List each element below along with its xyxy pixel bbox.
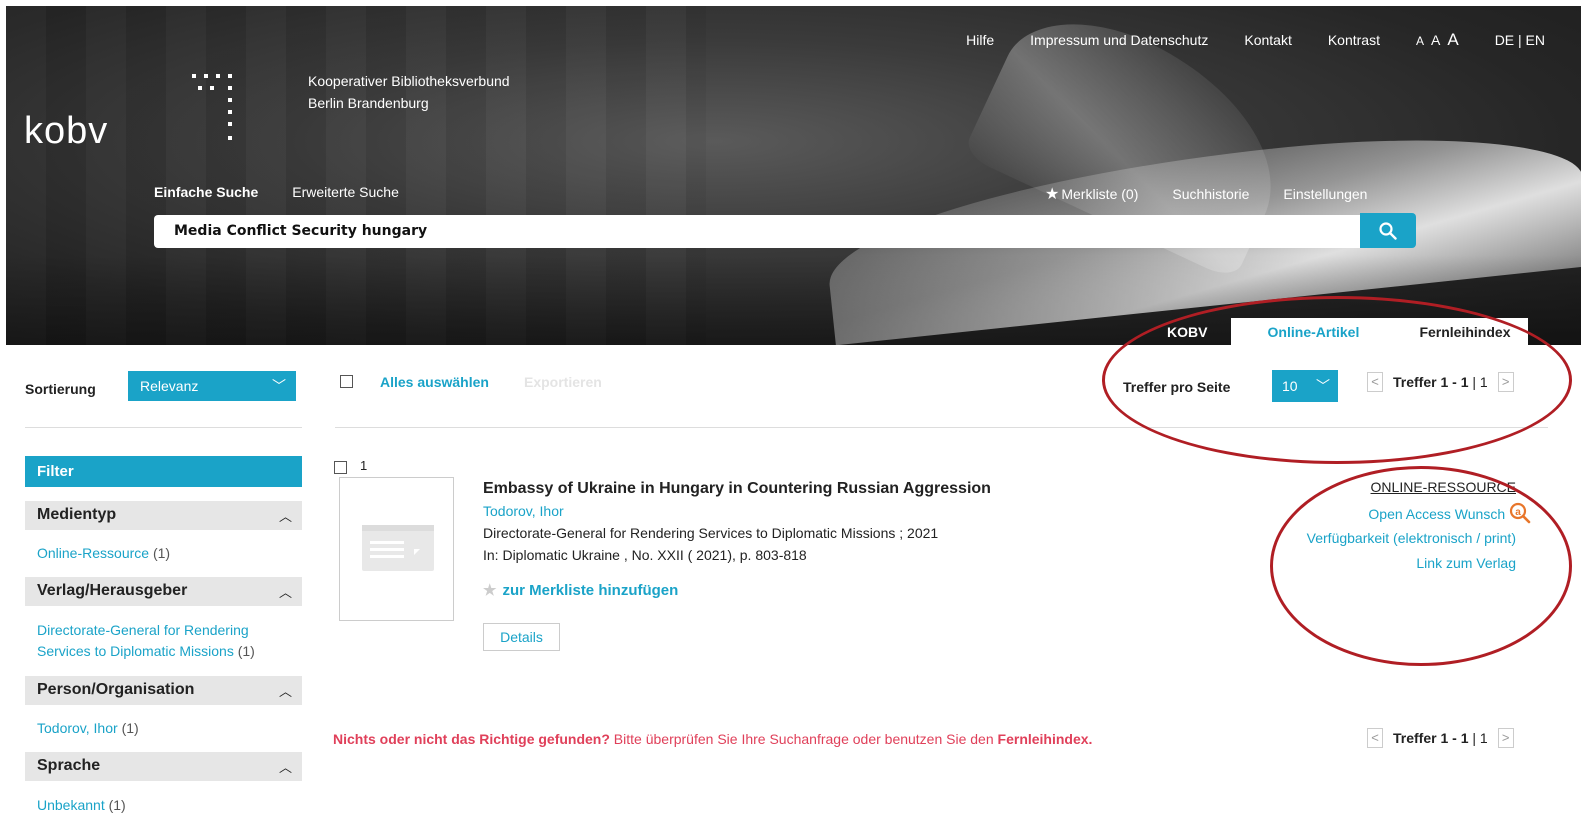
merkliste-link[interactable]: ★ Merkliste (0) [1045, 184, 1138, 204]
merkliste-add-label: zur Merkliste hinzufügen [502, 582, 679, 599]
fernleih-link[interactable]: Fernleihindex. [998, 731, 1093, 747]
result-publisher: Directorate-General for Rendering Servic… [483, 525, 939, 541]
facet-item-name: Unbekannt [37, 797, 105, 813]
no-results-hint: Nichts oder nicht das Richtige gefunden?… [333, 731, 1092, 747]
result-number: 1 [360, 458, 368, 473]
organization-name: Kooperativer Bibliotheksverbund Berlin B… [308, 70, 510, 114]
font-size-large[interactable]: A [1447, 30, 1458, 50]
result-thumbnail [339, 477, 454, 621]
hits-pages: | 1 [1472, 730, 1488, 746]
export-link: Exportieren [524, 374, 602, 390]
result-checkbox[interactable] [334, 461, 347, 474]
result-author[interactable]: Todorov, Ihor [483, 503, 564, 519]
next-page-icon[interactable]: > [1497, 728, 1514, 748]
font-size-switcher: A A A [1416, 30, 1459, 50]
search-type-nav: Einfache Suche Erweiterte Suche [154, 184, 399, 200]
facet-item-count: (1) [121, 720, 139, 736]
search-button[interactable] [1360, 213, 1416, 248]
settings-link[interactable]: Einstellungen [1283, 186, 1367, 202]
star-icon: ★ [1045, 186, 1060, 203]
result-source: In: Diplomatic Ukraine , No. XXII ( 2021… [483, 547, 807, 563]
search-icon [1379, 222, 1397, 240]
result-title[interactable]: Embassy of Ukraine in Hungary in Counter… [483, 480, 991, 498]
merkliste-label: Merkliste (0) [1061, 186, 1139, 202]
facet-item-name: Online-Ressource [37, 545, 150, 561]
prev-page-icon[interactable]: < [1367, 728, 1383, 748]
select-all-checkbox[interactable] [340, 375, 353, 388]
help-link[interactable]: Hilfe [966, 32, 994, 48]
font-size-medium[interactable]: A [1431, 32, 1440, 48]
details-button[interactable]: Details [483, 623, 560, 651]
select-all-link[interactable]: Alles auswählen [380, 374, 489, 390]
tab-advanced-search[interactable]: Erweiterte Suche [292, 184, 399, 200]
facet-label: Sprache [37, 757, 101, 774]
hint-text: Bitte überprüfen Sie Ihre Suchanfrage od… [609, 731, 998, 747]
logo[interactable]: kobv [24, 110, 108, 153]
facet-item-name: Todorov, Ihor [37, 720, 118, 736]
org-line-2: Berlin Brandenburg [308, 95, 429, 111]
online-resource-icon [362, 525, 434, 571]
header-banner: Hilfe Impressum und Datenschutz Kontakt … [6, 6, 1581, 345]
facet-item[interactable]: Online-Ressource (1) [37, 543, 170, 564]
facet-item-count: (1) [237, 643, 255, 659]
add-to-merkliste[interactable]: ★ zur Merkliste hinzufügen [483, 581, 678, 599]
hint-bold: Nichts oder nicht das Richtige gefunden? [333, 731, 610, 747]
sort-label: Sortierung [25, 381, 96, 397]
facet-medientyp[interactable]: Medientyp ︿ [25, 501, 302, 530]
facet-item[interactable]: Todorov, Ihor (1) [37, 718, 139, 739]
annotation-ellipse-top [1102, 296, 1572, 464]
hits-count: Treffer 1 - 1 | 1 [1393, 730, 1488, 746]
facet-person[interactable]: Person/Organisation ︿ [25, 676, 302, 705]
filter-header: Filter [25, 456, 302, 487]
divider [25, 427, 302, 428]
top-links: Hilfe Impressum und Datenschutz Kontakt … [966, 30, 1545, 50]
sort-value: Relevanz [140, 378, 199, 394]
facet-item-count: (1) [108, 797, 126, 813]
chevron-up-icon: ︿ [278, 760, 292, 775]
annotation-ellipse-links [1270, 466, 1572, 666]
tab-simple-search[interactable]: Einfache Suche [154, 184, 258, 200]
chevron-up-icon: ︿ [278, 509, 292, 524]
font-size-small[interactable]: A [1416, 34, 1424, 48]
facet-item-count: (1) [152, 545, 171, 561]
star-icon: ★ [483, 582, 497, 599]
facet-verlag[interactable]: Verlag/Herausgeber ︿ [25, 577, 302, 606]
search-history-link[interactable]: Suchhistorie [1172, 186, 1249, 202]
facet-item-name: Directorate-General for Rendering Servic… [37, 622, 249, 659]
hits-label: Treffer 1 - 1 [1393, 730, 1469, 746]
chevron-up-icon: ︿ [278, 585, 292, 600]
facet-item[interactable]: Directorate-General for Rendering Servic… [37, 620, 302, 662]
facet-label: Medientyp [37, 506, 117, 523]
org-line-1: Kooperativer Bibliotheksverbund [308, 73, 510, 89]
contact-link[interactable]: Kontakt [1244, 32, 1291, 48]
facet-item[interactable]: Unbekannt (1) [37, 795, 126, 816]
pager-bottom: < Treffer 1 - 1 | 1 > [1367, 728, 1514, 748]
facet-label: Verlag/Herausgeber [37, 582, 188, 599]
facet-sprache[interactable]: Sprache ︿ [25, 752, 302, 781]
facet-label: Person/Organisation [37, 681, 195, 698]
user-nav: ★ Merkliste (0) Suchhistorie Einstellunge… [1045, 184, 1367, 204]
chevron-down-icon: ﹀ [272, 378, 286, 394]
chevron-up-icon: ︿ [278, 684, 292, 699]
contrast-link[interactable]: Kontrast [1328, 32, 1380, 48]
language-switcher[interactable]: DE | EN [1495, 32, 1545, 48]
imprint-link[interactable]: Impressum und Datenschutz [1030, 32, 1208, 48]
sort-select[interactable]: Relevanz ﹀ [128, 371, 296, 401]
search-input[interactable]: Media Conflict Security hungary [154, 215, 1360, 248]
